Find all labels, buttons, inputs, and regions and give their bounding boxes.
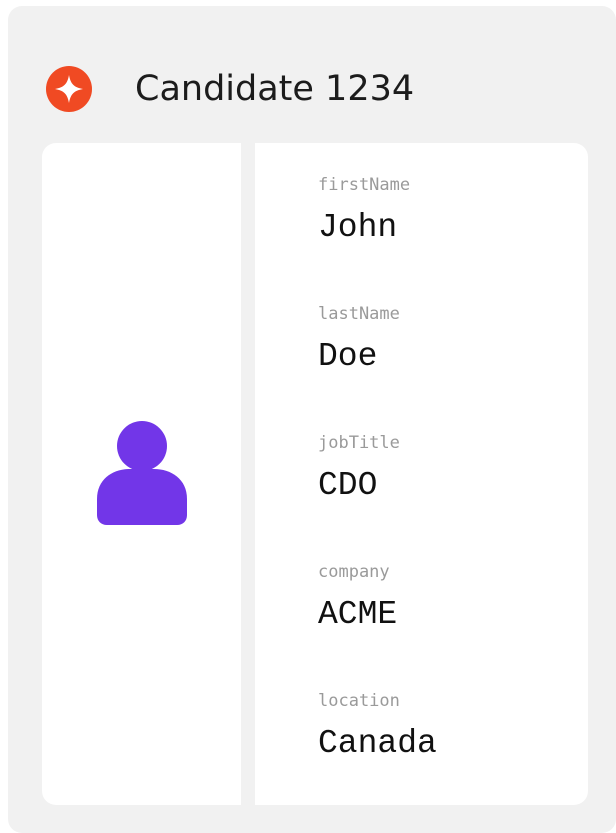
- page-title: Candidate 1234: [135, 69, 415, 109]
- field-value: Canada: [318, 725, 437, 762]
- field-label: firstName: [318, 175, 411, 195]
- user-icon: [97, 421, 187, 525]
- avatar-panel: [42, 143, 241, 805]
- field-label: company: [318, 562, 390, 582]
- field-company: company ACME: [318, 558, 578, 687]
- field-label: lastName: [318, 304, 400, 324]
- field-value: CDO: [318, 467, 378, 504]
- field-location: location Canada: [318, 687, 578, 816]
- sparkle-badge-icon: [46, 66, 92, 112]
- field-list: firstName John lastName Doe jobTitle CDO…: [318, 171, 578, 816]
- field-value: Doe: [318, 338, 378, 375]
- card-header: Candidate 1234: [46, 64, 414, 114]
- field-value: John: [318, 209, 398, 246]
- field-last-name: lastName Doe: [318, 300, 578, 429]
- field-job-title: jobTitle CDO: [318, 429, 578, 558]
- field-label: jobTitle: [318, 433, 400, 453]
- field-value: ACME: [318, 596, 398, 633]
- field-first-name: firstName John: [318, 171, 578, 300]
- details-panel: firstName John lastName Doe jobTitle CDO…: [255, 143, 588, 805]
- field-label: location: [318, 691, 400, 711]
